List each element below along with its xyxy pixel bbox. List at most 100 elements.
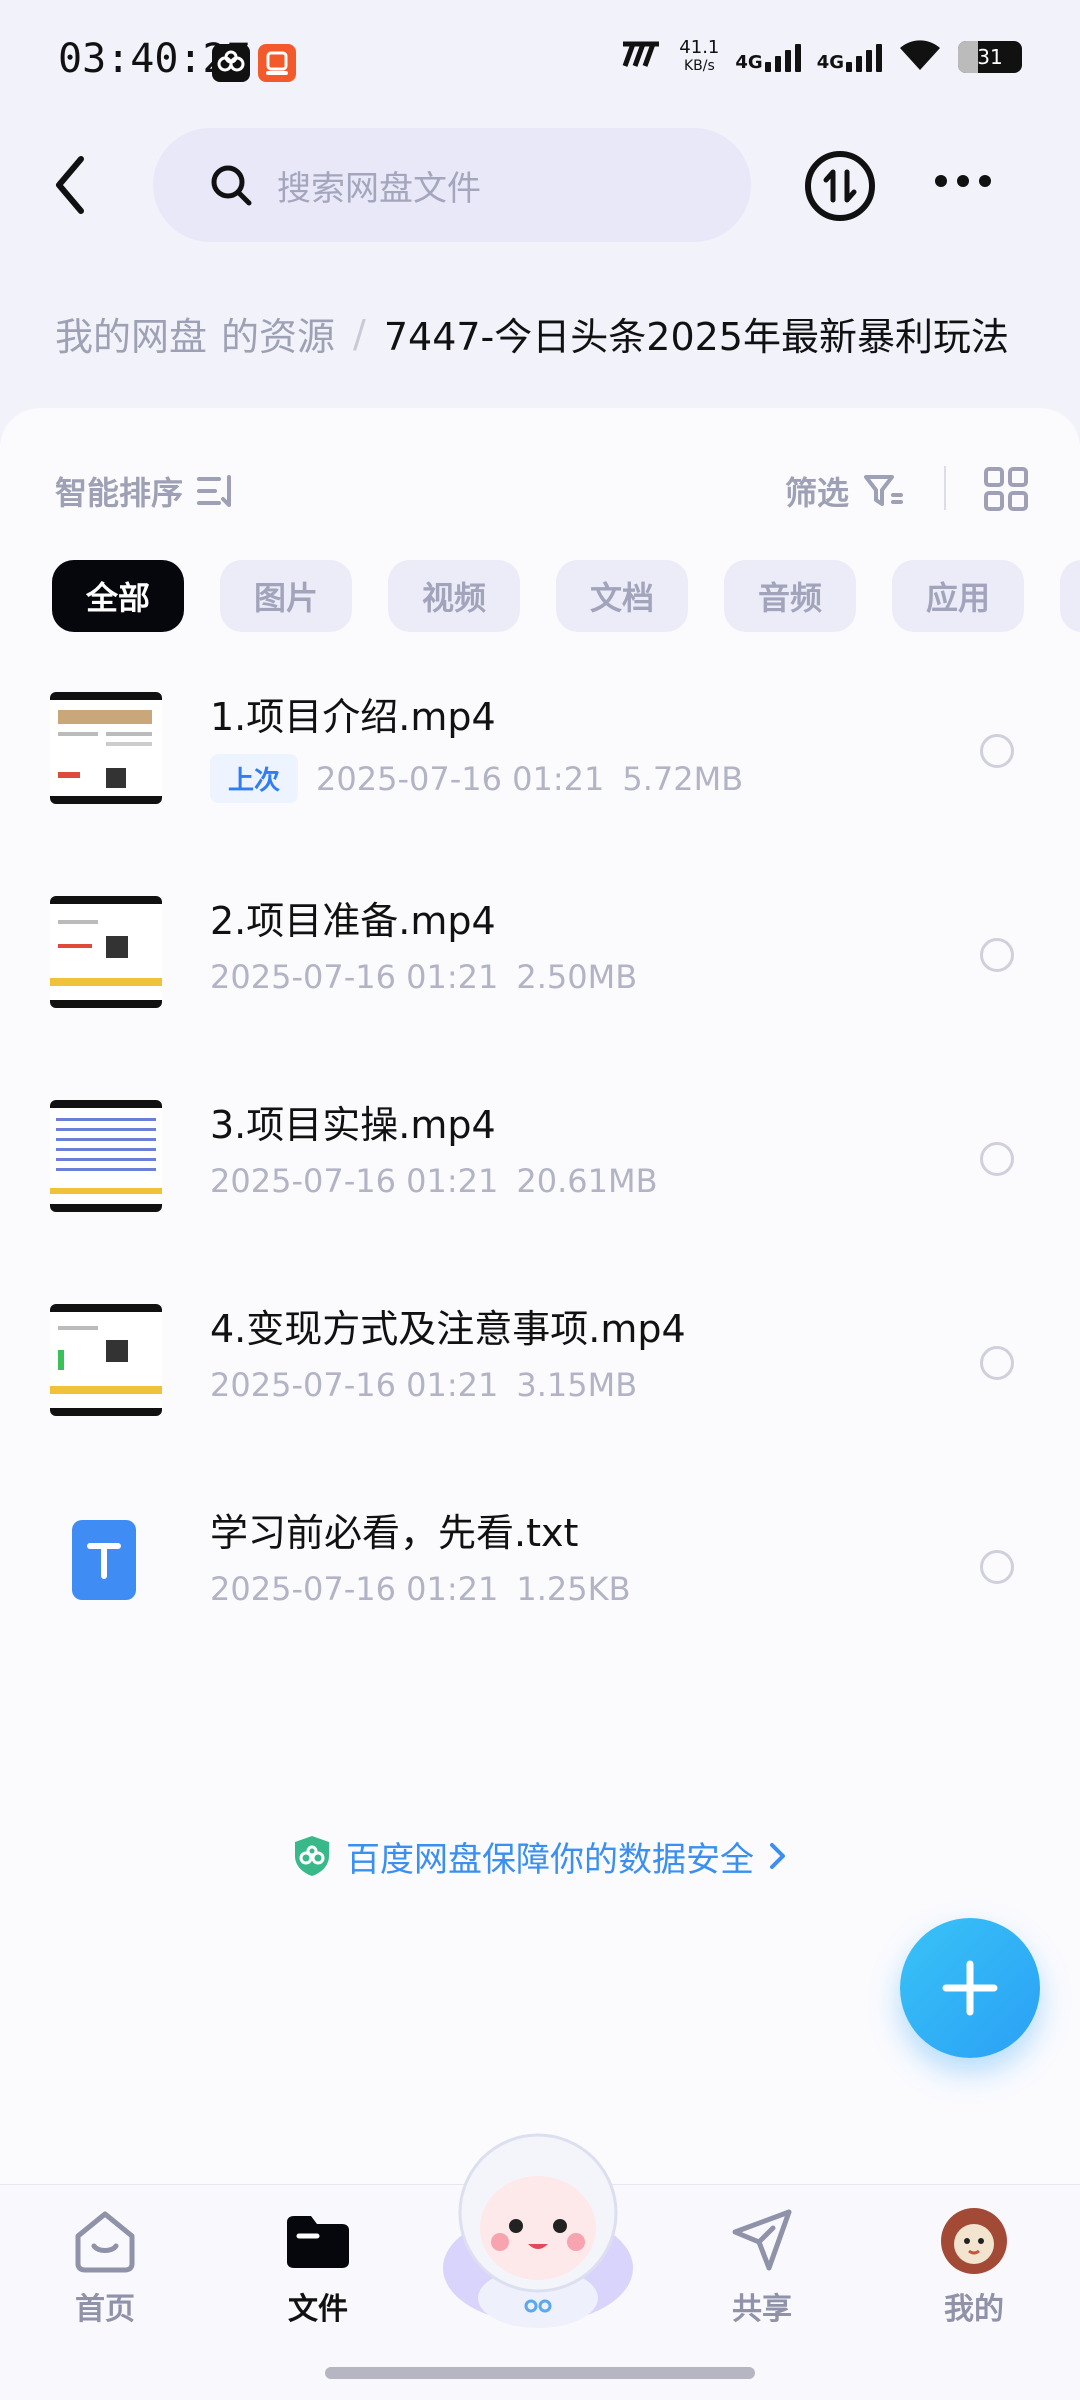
chip-audio[interactable]: 音频: [724, 560, 856, 632]
file-row[interactable]: 学习前必看，先看.txt 2025-07-16 01:21 1.25KB: [0, 1488, 1080, 1692]
chip-videos[interactable]: 视频: [388, 560, 520, 632]
chevron-right-icon: [770, 1843, 785, 1869]
select-radio[interactable]: [980, 1142, 1014, 1176]
shield-icon: [295, 1836, 329, 1876]
breadcrumb-parent[interactable]: 的资源: [221, 306, 335, 361]
file-name: 2.项目准备.mp4: [210, 899, 496, 943]
file-name: 学习前必看，先看.txt: [210, 1511, 579, 1555]
grid-view-button[interactable]: [983, 466, 1029, 516]
file-meta: 2025-07-16 01:21 3.15MB: [210, 1366, 637, 1404]
home-icon: [75, 2211, 135, 2273]
battery-level: [958, 41, 978, 73]
signal-1: 4G: [735, 42, 801, 73]
sort-label: 智能排序: [55, 474, 184, 512]
add-button[interactable]: [900, 1918, 1040, 2058]
select-radio[interactable]: [980, 1346, 1014, 1380]
dot-icon: [979, 175, 991, 187]
breadcrumb-separator: /: [353, 311, 366, 356]
video-thumbnail: [50, 1100, 162, 1212]
file-meta: 2025-07-16 01:21 20.61MB: [210, 1162, 658, 1200]
toolbar-divider: [944, 466, 946, 510]
nav-mine-label: 我的: [944, 2292, 1004, 2327]
battery-percent: 31: [977, 45, 1003, 69]
back-button[interactable]: [40, 150, 100, 220]
grid-icon: [984, 467, 1028, 511]
breadcrumb-root[interactable]: 我的网盘: [55, 306, 207, 361]
last-viewed-badge: 上次: [210, 754, 299, 803]
mascot-icon: [443, 2133, 633, 2328]
file-size: 5.72MB: [622, 759, 744, 798]
file-row[interactable]: 3.项目实操.mp4 2025-07-16 01:21 20.61MB: [0, 1080, 1080, 1284]
category-chips: 全部 图片 视频 文档 音频 应用: [52, 560, 1080, 632]
select-radio[interactable]: [980, 1550, 1014, 1584]
select-radio[interactable]: [980, 938, 1014, 972]
file-size: 20.61MB: [516, 1162, 658, 1200]
folder-icon: [287, 2216, 349, 2268]
signal-1-label: 4G: [735, 52, 763, 73]
filter-label: 筛选: [785, 474, 850, 512]
signal-2: 4G: [817, 42, 882, 72]
funnel-icon: [864, 475, 904, 506]
plus-icon: [942, 1960, 998, 2016]
search-input[interactable]: 搜索网盘文件: [153, 128, 751, 242]
status-icons: 41.1 KB/s 4G 4G 31: [619, 38, 1022, 76]
file-name: 4.变现方式及注意事项.mp4: [210, 1307, 686, 1351]
file-meta: 上次 2025-07-16 01:21 5.72MB: [210, 754, 743, 803]
more-options-button[interactable]: [935, 175, 991, 187]
battery-indicator: 31: [958, 41, 1022, 73]
chevron-left-icon: [56, 156, 84, 214]
signal-2-label: 4G: [816, 52, 844, 73]
chip-documents[interactable]: 文档: [556, 560, 688, 632]
nav-home-label: 首页: [75, 2292, 135, 2327]
hd-icon: [619, 40, 663, 74]
wifi-icon: [898, 38, 942, 76]
file-row[interactable]: 2.项目准备.mp4 2025-07-16 01:21 2.50MB: [0, 876, 1080, 1080]
security-text: 百度网盘保障你的数据安全: [346, 1839, 754, 1880]
paper-plane-icon: [732, 2209, 792, 2271]
ai-assistant-mascot[interactable]: [428, 2118, 648, 2338]
security-banner[interactable]: 百度网盘保障你的数据安全: [0, 1796, 1080, 1916]
nav-mine[interactable]: 我的: [904, 2206, 1044, 2328]
net-speed-unit: KB/s: [683, 58, 715, 74]
dot-icon: [935, 175, 947, 187]
video-thumbnail: [50, 692, 162, 804]
filter-button[interactable]: 筛选: [785, 468, 904, 514]
file-size: 1.25KB: [516, 1570, 631, 1608]
search-placeholder: 搜索网盘文件: [277, 168, 481, 209]
chip-all[interactable]: 全部: [52, 560, 184, 632]
select-radio[interactable]: [980, 734, 1014, 768]
nav-share[interactable]: 共享: [692, 2206, 832, 2328]
sort-button[interactable]: 智能排序: [55, 468, 237, 514]
transfer-list-button[interactable]: [805, 151, 875, 221]
video-thumbnail: [50, 896, 162, 1008]
text-file-icon: [72, 1520, 136, 1600]
nav-share-label: 共享: [732, 2292, 792, 2327]
signal-bars-icon: [846, 42, 882, 72]
baidu-netdisk-app-icon: [212, 44, 250, 82]
file-row[interactable]: 1.项目介绍.mp4 上次 2025-07-16 01:21 5.72MB: [0, 672, 1080, 876]
nav-home[interactable]: 首页: [35, 2206, 175, 2328]
nav-files-label: 文件: [288, 2292, 348, 2327]
file-name: 3.项目实操.mp4: [210, 1103, 496, 1147]
breadcrumb: 我的网盘 的资源 / 7447-今日头条2025年最新暴利玩法: [55, 306, 1009, 361]
avatar: [941, 2208, 1007, 2274]
file-meta: 2025-07-16 01:21 2.50MB: [210, 958, 637, 996]
video-thumbnail: [50, 1304, 162, 1416]
nav-files[interactable]: 文件: [248, 2206, 388, 2328]
signal-bars-icon: [764, 42, 801, 72]
breadcrumb-current: 7447-今日头条2025年最新暴利玩法: [383, 315, 1009, 359]
dot-icon: [957, 175, 969, 187]
net-speed-value: 41.1: [679, 37, 720, 58]
chip-images[interactable]: 图片: [220, 560, 352, 632]
chip-apps[interactable]: 应用: [892, 560, 1024, 632]
file-date: 2025-07-16 01:21: [210, 1570, 499, 1608]
search-icon: [211, 165, 252, 206]
home-indicator[interactable]: [325, 2367, 755, 2379]
file-date: 2025-07-16 01:21: [210, 1162, 499, 1200]
chip-more[interactable]: [1060, 560, 1080, 632]
file-row[interactable]: 4.变现方式及注意事项.mp4 2025-07-16 01:21 3.15MB: [0, 1284, 1080, 1488]
file-name: 1.项目介绍.mp4: [210, 695, 496, 739]
sort-icon: [197, 475, 232, 507]
file-date: 2025-07-16 01:21: [210, 1366, 499, 1404]
shopping-app-icon: [258, 44, 296, 82]
